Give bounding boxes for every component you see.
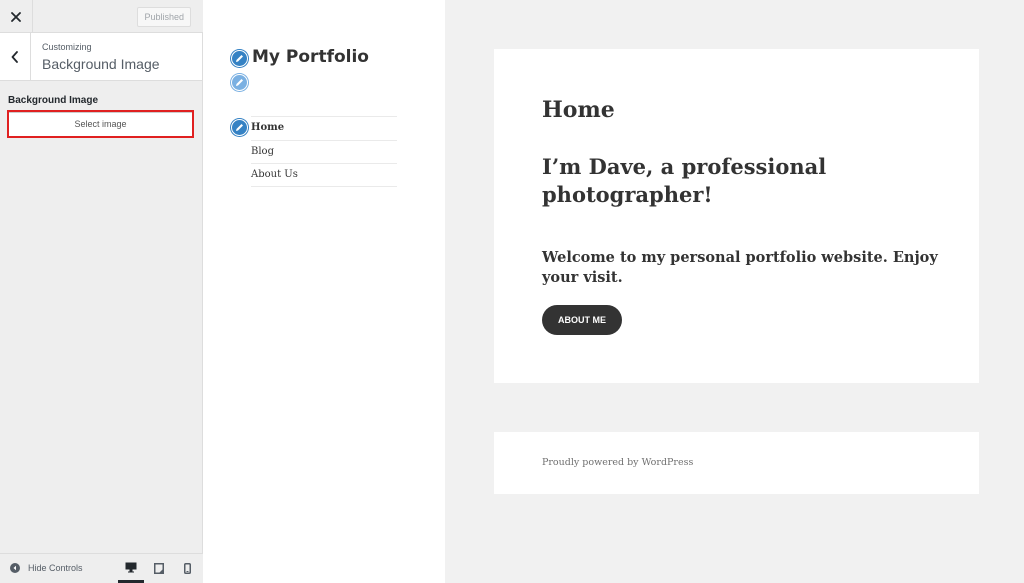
desktop-icon: [125, 562, 137, 572]
sidebar-footer: Hide Controls: [0, 553, 203, 583]
background-image-label: Background Image: [8, 95, 99, 106]
footer-credit-link[interactable]: Proudly powered by WordPress: [542, 457, 693, 468]
intro-heading: I’m Dave, a professional photographer!: [542, 154, 827, 207]
menu-item-blog[interactable]: Blog: [251, 139, 397, 164]
pencil-icon: [236, 55, 243, 62]
hide-controls-button[interactable]: Hide Controls: [10, 563, 83, 573]
preview-tablet-button[interactable]: [146, 554, 172, 583]
section-title: Background Image: [42, 56, 160, 72]
page-content-card: Home I’m Dave, a professional photograph…: [494, 49, 979, 383]
welcome-text: Welcome to my personal portfolio website…: [542, 249, 938, 286]
site-footer: Proudly powered by WordPress: [494, 432, 979, 494]
preview-desktop-button[interactable]: [118, 554, 144, 583]
select-image-button[interactable]: Select image: [8, 112, 193, 137]
hide-controls-label: Hide Controls: [28, 563, 83, 573]
edit-tagline-shortcut[interactable]: [231, 74, 248, 91]
preview-mobile-button[interactable]: [174, 554, 200, 583]
section-title-panel: Customizing Background Image: [0, 33, 202, 81]
menu-item-home[interactable]: Home: [251, 116, 397, 140]
edit-site-title-shortcut[interactable]: [231, 50, 248, 67]
back-button[interactable]: [0, 33, 31, 80]
tablet-icon: [154, 563, 164, 574]
site-title[interactable]: My Portfolio: [252, 47, 369, 67]
pencil-icon: [236, 124, 243, 131]
pencil-icon: [236, 79, 243, 86]
published-button[interactable]: Published: [137, 7, 191, 27]
edit-menu-shortcut[interactable]: [231, 119, 248, 136]
mobile-icon: [183, 563, 191, 574]
sidebar-header: Published: [0, 0, 203, 33]
about-me-button[interactable]: ABOUT ME: [542, 305, 622, 335]
close-icon: [11, 11, 21, 22]
menu-item-about-us[interactable]: About Us: [251, 163, 397, 187]
customizer-sidebar: Published Customizing Background Image B…: [0, 0, 203, 583]
breadcrumb: Customizing: [42, 42, 92, 52]
primary-menu: Home Blog About Us: [251, 116, 397, 187]
close-button[interactable]: [0, 0, 33, 33]
collapse-icon: [10, 563, 20, 573]
chevron-left-icon: [11, 50, 18, 63]
page-title: Home: [542, 97, 615, 123]
